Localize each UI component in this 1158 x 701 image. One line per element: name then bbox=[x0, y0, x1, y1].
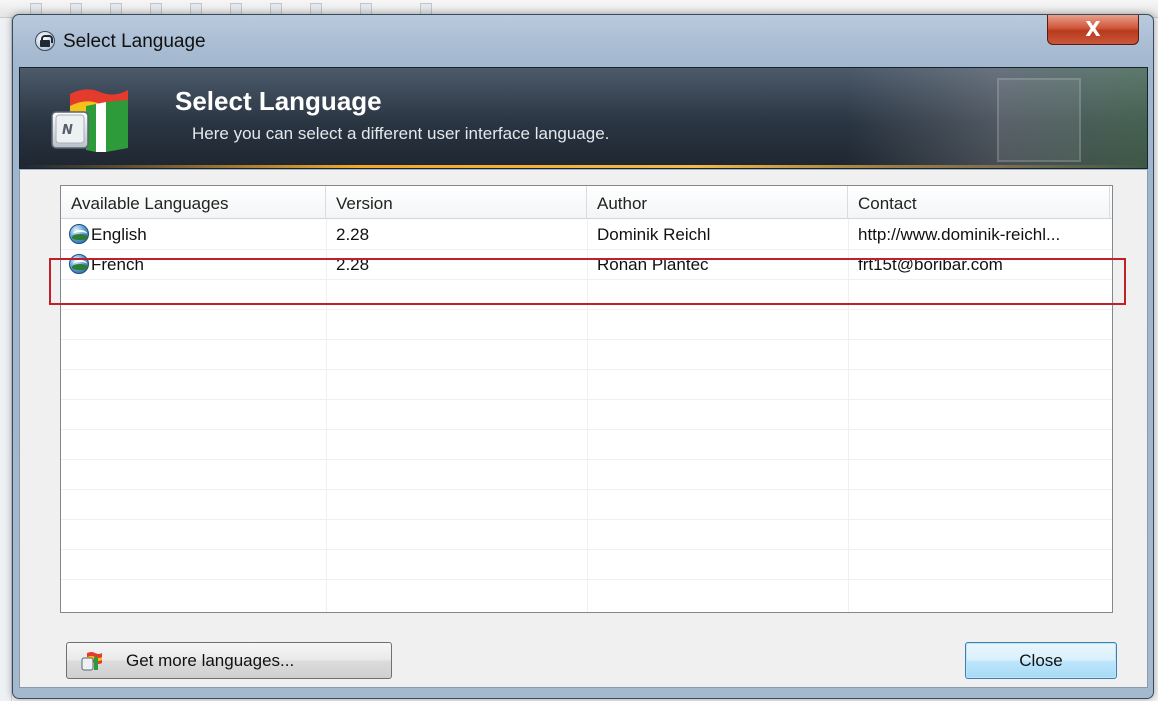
banner-title: Select Language bbox=[175, 86, 382, 116]
language-flag-icon: N bbox=[51, 89, 128, 152]
column-header-author[interactable]: Author bbox=[587, 186, 848, 219]
lock-icon bbox=[35, 31, 55, 51]
list-row-english[interactable]: English 2.28 Dominik Reichl http://www.d… bbox=[61, 219, 1112, 249]
grid-line bbox=[61, 549, 1112, 550]
grid-line bbox=[61, 399, 1112, 400]
get-more-languages-label: Get more languages... bbox=[126, 651, 295, 670]
close-button-label: Close bbox=[1019, 651, 1063, 670]
globe-icon bbox=[69, 224, 89, 244]
highlight-annotation bbox=[49, 258, 1126, 305]
svg-text:N: N bbox=[62, 123, 73, 138]
title-bar[interactable]: Select Language X bbox=[13, 15, 1153, 67]
grid-line bbox=[61, 309, 1112, 310]
get-more-languages-button[interactable]: Get more languages... bbox=[66, 642, 392, 679]
column-header-version[interactable]: Version bbox=[326, 186, 587, 219]
grid-line bbox=[61, 579, 1112, 580]
header-banner: N Select Language Here you can select a … bbox=[19, 67, 1148, 169]
background-app-edge bbox=[0, 18, 12, 701]
close-button[interactable]: Close bbox=[965, 642, 1117, 679]
grid-line bbox=[61, 339, 1112, 340]
grid-line bbox=[61, 519, 1112, 520]
language-list[interactable]: Available Languages Version Author Conta… bbox=[60, 185, 1113, 613]
flag-globe-icon bbox=[81, 652, 102, 671]
cell-language: English bbox=[61, 219, 326, 249]
grid-line bbox=[61, 459, 1112, 460]
cell-author: Dominik Reichl bbox=[597, 225, 711, 244]
banner-decoration bbox=[847, 68, 1147, 168]
cell-version: 2.28 bbox=[336, 225, 370, 244]
window-title: Select Language bbox=[63, 31, 206, 52]
grid-line bbox=[61, 369, 1112, 370]
column-header-contact[interactable]: Contact bbox=[848, 186, 1110, 219]
list-header: Available Languages Version Author Conta… bbox=[61, 186, 1112, 219]
language-name: English bbox=[91, 225, 147, 244]
window-close-button[interactable]: X bbox=[1047, 15, 1139, 45]
select-language-dialog: Select Language X N Select Language Here… bbox=[12, 14, 1154, 699]
grid-line bbox=[61, 489, 1112, 490]
banner-subtitle: Here you can select a different user int… bbox=[192, 124, 610, 143]
cell-contact: http://www.dominik-reichl... bbox=[858, 225, 1061, 244]
dialog-content: Available Languages Version Author Conta… bbox=[19, 170, 1148, 688]
banner-accent-line bbox=[20, 165, 1147, 168]
grid-line bbox=[61, 429, 1112, 430]
column-header-language[interactable]: Available Languages bbox=[61, 186, 326, 219]
